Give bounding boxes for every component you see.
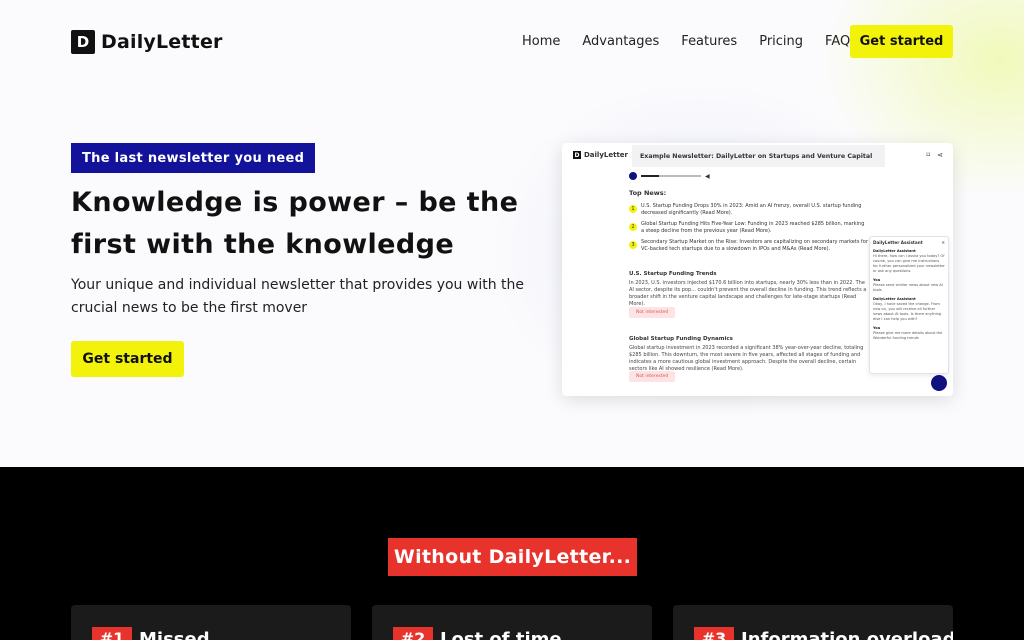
- problems-heading: Without DailyLetter...: [388, 538, 637, 576]
- top-news-item: 3 Secondary Startup Market on the Rise: …: [629, 239, 869, 253]
- news-text: Secondary Startup Market on the Rise: In…: [641, 239, 868, 252]
- problem-card: #1 Missed ...: [71, 605, 351, 640]
- chat-icon[interactable]: [931, 375, 947, 391]
- problem-number: #2: [393, 627, 433, 640]
- audio-player: ◀: [629, 172, 710, 180]
- chat-text: Hi there, how can I assist you today? Of…: [873, 254, 945, 273]
- hero-section: D DailyLetter Home Advantages Features P…: [0, 0, 1024, 467]
- problem-title: Missed ...: [139, 629, 237, 640]
- news-text: U.S. Startup Funding Drops 30% in 2023: …: [641, 203, 862, 216]
- top-news-item: 2 Global Startup Funding Hits Five-Year …: [629, 221, 869, 235]
- preview-actions: ⌑ ⋖: [927, 151, 943, 159]
- preview-logo-text: DailyLetter: [584, 151, 628, 159]
- hero-headline: Knowledge is power – be the first with t…: [71, 187, 519, 260]
- assistant-chat-panel: DailyLetter Assistant ✕ DailyLetter Assi…: [869, 236, 949, 374]
- logo-mark: D: [71, 30, 95, 54]
- nav-item-faq[interactable]: FAQ: [825, 34, 850, 49]
- nav-item-features[interactable]: Features: [681, 34, 737, 49]
- news-number: 2: [629, 223, 637, 231]
- chat-text: Okay, I have saved the change. From now …: [873, 302, 942, 321]
- close-icon[interactable]: ✕: [941, 240, 945, 245]
- get-started-nav-button[interactable]: Get started: [850, 25, 953, 58]
- section-title: Global Startup Funding Dynamics: [629, 336, 733, 342]
- share-icon[interactable]: ⋖: [937, 151, 943, 159]
- problem-number: #1: [92, 627, 132, 640]
- chat-message: DailyLetter Assistant Okay, I have saved…: [873, 297, 945, 322]
- get-started-hero-button[interactable]: Get started: [71, 341, 184, 377]
- nav-item-advantages[interactable]: Advantages: [582, 34, 659, 49]
- problem-number: #3: [694, 627, 734, 640]
- section-text: In 2023, U.S. investors injected $170.6 …: [629, 280, 867, 307]
- chat-message: You Please give me more details about th…: [873, 326, 945, 341]
- volume-icon[interactable]: ◀: [705, 173, 710, 180]
- preview-title: Example Newsletter: DailyLetter on Start…: [632, 145, 885, 167]
- logo-text: DailyLetter: [101, 31, 223, 53]
- chat-message: You Please send similar news about new A…: [873, 278, 945, 293]
- chat-title: DailyLetter Assistant: [873, 240, 923, 245]
- news-number: 1: [629, 205, 637, 213]
- preview-logo-mark: D: [573, 151, 581, 159]
- problem-title: Lost of time...: [440, 629, 583, 640]
- chat-text: Please give me more details about the Wo…: [873, 331, 943, 340]
- chat-message: DailyLetter Assistant Hi there, how can …: [873, 249, 945, 274]
- problem-card: #2 Lost of time...: [372, 605, 652, 640]
- nav-item-home[interactable]: Home: [522, 34, 560, 49]
- news-number: 3: [629, 241, 637, 249]
- hero-tag: The last newsletter you need: [71, 143, 316, 173]
- play-icon[interactable]: [629, 172, 637, 180]
- section-text: Global startup investment in 2023 record…: [629, 345, 864, 372]
- preview-logo: D DailyLetter: [573, 151, 628, 159]
- newsletter-preview: D DailyLetter Example Newsletter: DailyL…: [562, 143, 953, 396]
- top-news-label: Top News:: [629, 189, 667, 197]
- section-title: U.S. Startup Funding Trends: [629, 271, 717, 277]
- main-nav: Home Advantages Features Pricing FAQ: [522, 34, 850, 49]
- chat-text: Please send similar news about new AI to…: [873, 283, 943, 292]
- hero-subheadline: Your unique and individual newsletter th…: [71, 277, 525, 316]
- top-news-item: 1 U.S. Startup Funding Drops 30% in 2023…: [629, 203, 869, 217]
- logo[interactable]: D DailyLetter: [71, 30, 223, 54]
- news-text: Global Startup Funding Hits Five-Year Lo…: [641, 221, 865, 234]
- not-interested-button[interactable]: Not interested: [629, 371, 676, 382]
- audio-progress[interactable]: [641, 175, 701, 177]
- not-interested-button[interactable]: Not interested: [629, 307, 676, 318]
- chat-header: DailyLetter Assistant ✕: [873, 240, 945, 245]
- problem-title: Information overload: [741, 629, 953, 640]
- bookmark-icon[interactable]: ⌑: [927, 151, 931, 159]
- nav-item-pricing[interactable]: Pricing: [759, 34, 803, 49]
- problem-card: #3 Information overload: [673, 605, 953, 640]
